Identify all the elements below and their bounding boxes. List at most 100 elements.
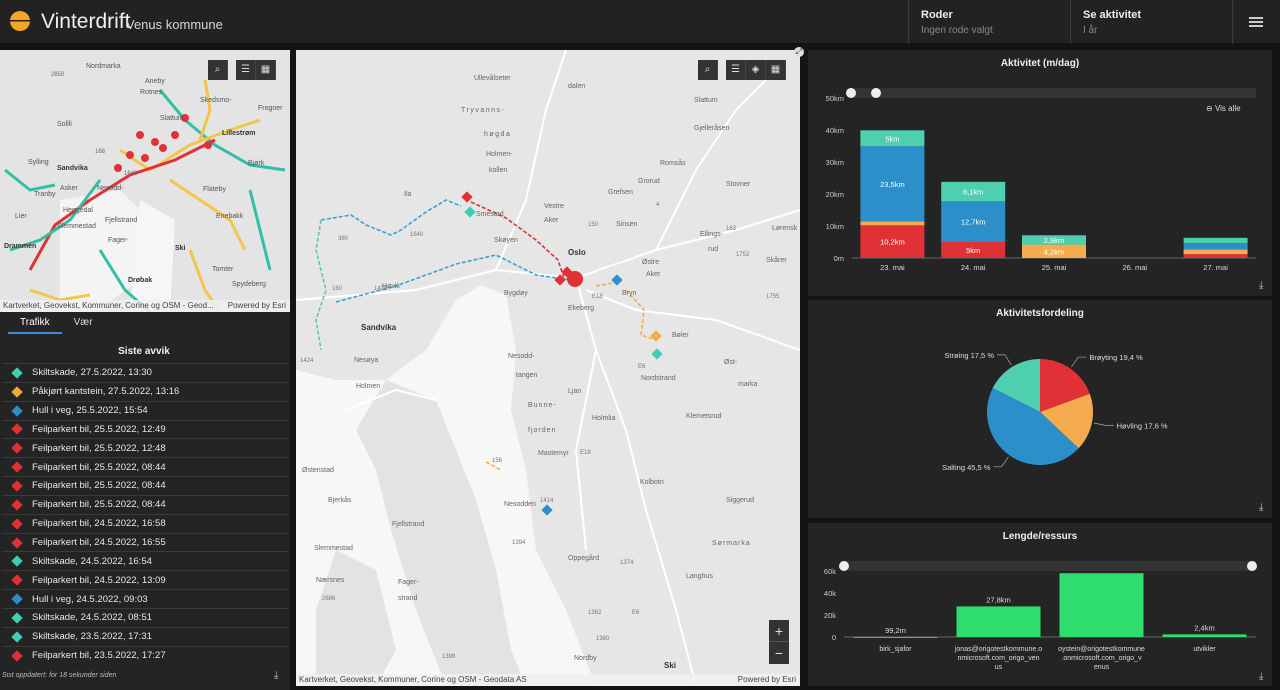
activity-period-selector[interactable]: Se aktivitet I år <box>1070 0 1232 44</box>
activity-period-label: Se aktivitet <box>1083 9 1142 21</box>
svg-text:1755: 1755 <box>766 294 780 300</box>
expand-icon[interactable]: ⤢ <box>794 47 804 57</box>
event-type-icon <box>11 461 23 473</box>
legend-icon[interactable]: ☰ <box>726 60 746 80</box>
pie-leader-line <box>993 456 1009 468</box>
event-list-item[interactable]: Feilparkert bil, 24.5.2022, 16:55 <box>2 532 288 552</box>
svg-text:Enebakk: Enebakk <box>216 213 244 220</box>
event-list-item[interactable]: Feilparkert bil, 24.5.2022, 16:58 <box>2 513 288 533</box>
pie-leader-line <box>1071 356 1087 368</box>
svg-text:Skedsmo-: Skedsmo- <box>200 97 232 104</box>
svg-text:rud: rud <box>708 246 718 253</box>
download-icon[interactable]: ⤓ <box>1259 671 1263 682</box>
svg-text:Oslo: Oslo <box>568 248 586 257</box>
event-list-item[interactable]: Skiltskade, 24.5.2022, 16:54 <box>2 551 288 570</box>
tab-trafikk[interactable]: Trafikk <box>8 313 62 334</box>
overview-map-toolbar: ⌕ <box>208 60 228 80</box>
activity-chart: 0m 10km 20km 30km 40km 50km 10,2km 23,5km 5km 23.… <box>826 88 1256 272</box>
event-list-item[interactable]: Feilparkert bil, 25.5.2022, 08:44 <box>2 476 288 495</box>
event-list-item[interactable]: Hull i veg, 25.5.2022, 15:54 <box>2 400 288 420</box>
range-slider-handle[interactable] <box>846 88 856 98</box>
event-type-icon <box>11 612 23 624</box>
resource-bar[interactable] <box>1059 573 1144 637</box>
svg-text:Drammen: Drammen <box>4 243 36 250</box>
event-list-item[interactable]: Feilparkert bil, 25.5.2022, 12:48 <box>2 438 288 457</box>
download-icon[interactable]: ⤓ <box>1259 502 1263 513</box>
svg-text:Nesodd-: Nesodd- <box>508 353 535 360</box>
resource-bar[interactable] <box>956 606 1041 637</box>
pie-slice-label: Salting 45,5 % <box>942 463 991 472</box>
download-icon[interactable]: ⤓ <box>1259 280 1263 291</box>
layers-icon[interactable]: ◈ <box>746 60 766 80</box>
event-list-item[interactable]: Påkjørt kantstein, 27.5.2022, 13:16 <box>2 381 288 401</box>
svg-text:Stovner: Stovner <box>726 181 751 188</box>
overview-map[interactable]: Nordmarka Aneby Rotnes Skedsmo- Frogner Li… <box>0 50 290 312</box>
show-all-button[interactable]: ⊖ Vis alle <box>1206 104 1241 113</box>
x-tick-label: enus <box>1094 664 1110 671</box>
svg-text:1640: 1640 <box>410 232 424 238</box>
event-list-item[interactable]: Hull i veg, 24.5.2022, 09:03 <box>2 589 288 608</box>
x-tick-label: oystein@origotestkommune <box>1058 646 1145 653</box>
svg-text:156: 156 <box>492 458 503 464</box>
route-selector[interactable]: Roder Ingen rode valgt <box>908 0 1070 44</box>
event-type-icon <box>11 386 23 398</box>
x-tick-label: 24. mai <box>961 263 986 272</box>
event-list-item[interactable]: Feilparkert bil, 25.5.2022, 12:49 <box>2 419 288 439</box>
range-slider-handle[interactable] <box>871 88 881 98</box>
hamburger-menu-icon[interactable] <box>1232 0 1280 44</box>
event-list-item[interactable]: Feilparkert bil, 23.5.2022, 17:27 <box>2 645 288 665</box>
svg-text:Ljan: Ljan <box>568 388 581 395</box>
event-list-item[interactable]: Feilparkert bil, 24.5.2022, 13:09 <box>2 570 288 589</box>
event-list-item[interactable]: Feilparkert bil, 25.5.2022, 08:44 <box>2 457 288 476</box>
basemap-gallery-icon[interactable]: ▦ <box>766 60 786 80</box>
svg-text:Nesodd-: Nesodd- <box>97 185 124 192</box>
range-slider-track[interactable] <box>844 561 1256 571</box>
download-icon[interactable]: ⤓ <box>274 670 278 681</box>
bar-data-label: 5km <box>966 246 980 255</box>
svg-text:150: 150 <box>588 222 599 228</box>
svg-text:168: 168 <box>95 149 106 155</box>
event-list-item[interactable]: Skiltskade, 24.5.2022, 08:51 <box>2 607 288 627</box>
range-slider-track[interactable] <box>852 88 1256 98</box>
zoom-out-button[interactable]: − <box>769 642 789 664</box>
main-map[interactable]: Ullevålseter Tryvanns-høgda Holmen-kolle… <box>296 50 800 686</box>
event-list-item[interactable]: Skiltskade, 23.5.2022, 17:31 <box>2 626 288 646</box>
event-label: Hull i veg, 24.5.2022, 09:03 <box>32 593 148 605</box>
resource-bar[interactable] <box>1162 634 1247 637</box>
svg-text:Nordstrand: Nordstrand <box>641 375 676 382</box>
legend-icon[interactable]: ☰ <box>236 60 256 80</box>
search-icon[interactable]: ⌕ <box>208 60 228 80</box>
svg-text:dalen: dalen <box>568 83 585 90</box>
resource-bar[interactable] <box>853 636 938 638</box>
event-list-item[interactable]: Feilparkert bil, 25.5.2022, 08:44 <box>2 494 288 514</box>
overview-map-toolbar-2: ☰ ▦ <box>236 60 276 80</box>
range-slider-handle[interactable] <box>1247 561 1257 571</box>
svg-text:Romsås: Romsås <box>660 159 686 167</box>
svg-text:Tranby: Tranby <box>34 191 56 198</box>
pie-slice-label: Brøyting 19,4 % <box>1089 353 1143 362</box>
search-icon[interactable]: ⌕ <box>698 60 718 80</box>
bar-segment[interactable] <box>1183 254 1248 258</box>
svg-text:Ski: Ski <box>175 245 186 252</box>
event-type-icon <box>11 518 23 530</box>
x-tick-label: utvikler <box>1193 646 1216 653</box>
bar-segment[interactable] <box>860 221 925 226</box>
tab-vaer[interactable]: Vær <box>62 313 105 334</box>
bar-segment[interactable] <box>1183 242 1248 250</box>
event-list-item[interactable]: Skiltskade, 27.5.2022, 13:30 <box>2 363 288 382</box>
app-logo-icon <box>10 11 30 31</box>
basemap-gallery-icon[interactable]: ▦ <box>256 60 276 80</box>
event-type-icon <box>11 555 23 568</box>
svg-text:Aker: Aker <box>544 217 559 224</box>
zoom-in-button[interactable]: + <box>769 620 789 642</box>
svg-text:Spydeberg: Spydeberg <box>232 281 266 288</box>
bar-data-label: 10,2km <box>880 238 905 247</box>
x-tick-label: 27. mai <box>1203 263 1228 272</box>
bar-segment[interactable] <box>1183 249 1248 255</box>
range-slider-handle[interactable] <box>839 561 849 571</box>
event-label: Feilparkert bil, 25.5.2022, 12:48 <box>32 442 166 454</box>
bar-segment[interactable] <box>1183 237 1248 243</box>
x-tick-label: birk_sjafor <box>879 646 912 653</box>
svg-text:kollen: kollen <box>489 167 507 174</box>
y-tick-label: 40k <box>824 589 836 598</box>
